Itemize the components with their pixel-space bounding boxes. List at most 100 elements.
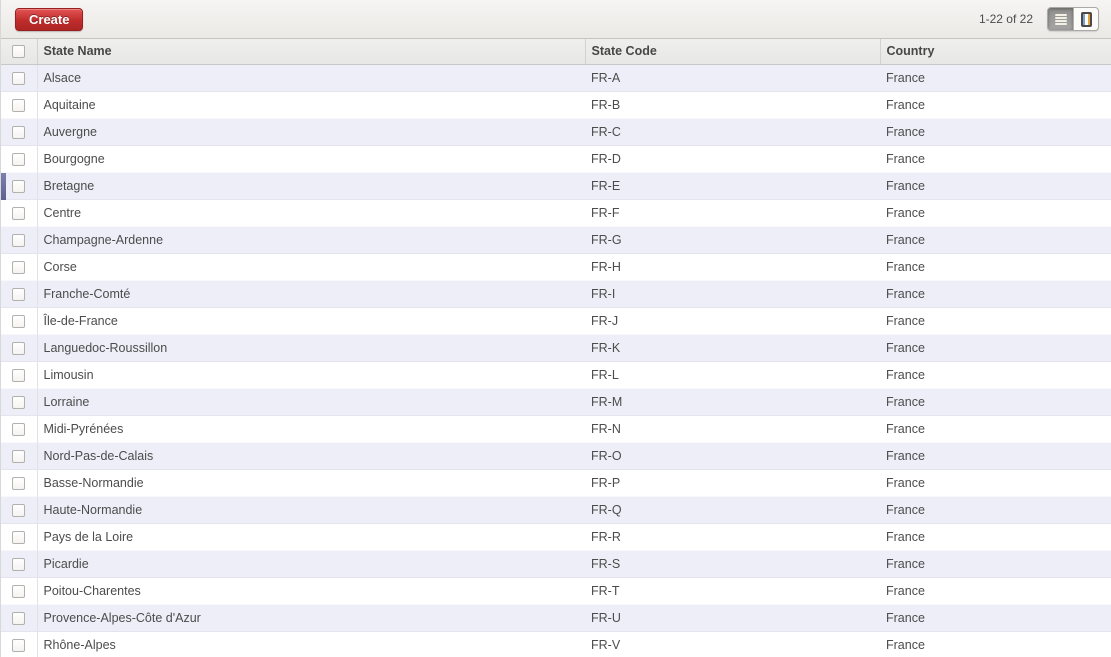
cell-state-code[interactable]: FR-C bbox=[585, 117, 880, 146]
cell-country[interactable]: France bbox=[880, 225, 1111, 254]
cell-country[interactable]: France bbox=[880, 549, 1111, 578]
cell-state-code[interactable]: FR-B bbox=[585, 91, 880, 118]
row-checkbox[interactable] bbox=[12, 341, 26, 355]
row-checkbox[interactable] bbox=[12, 125, 26, 139]
form-view-button[interactable] bbox=[1073, 8, 1098, 30]
row-checkbox[interactable] bbox=[12, 422, 26, 436]
table-row[interactable]: Bourgogne FR-D France bbox=[1, 145, 1111, 172]
cell-state-code[interactable]: FR-M bbox=[585, 387, 880, 416]
cell-state-name[interactable]: Provence-Alpes-Côte d'Azur bbox=[37, 603, 585, 632]
cell-country[interactable]: France bbox=[880, 145, 1111, 172]
cell-state-code[interactable]: FR-K bbox=[585, 333, 880, 362]
cell-country[interactable]: France bbox=[880, 495, 1111, 524]
cell-country[interactable]: France bbox=[880, 333, 1111, 362]
cell-country[interactable]: France bbox=[880, 631, 1111, 657]
cell-state-code[interactable]: FR-N bbox=[585, 415, 880, 442]
cell-country[interactable]: France bbox=[880, 307, 1111, 334]
cell-state-name[interactable]: Alsace bbox=[37, 63, 585, 92]
cell-state-code[interactable]: FR-R bbox=[585, 523, 880, 550]
cell-country[interactable]: France bbox=[880, 361, 1111, 388]
row-checkbox[interactable] bbox=[12, 503, 26, 517]
table-row[interactable]: Bretagne FR-E France bbox=[1, 171, 1111, 200]
cell-state-name[interactable]: Aquitaine bbox=[37, 91, 585, 118]
table-row[interactable]: Centre FR-F France bbox=[1, 199, 1111, 226]
table-row[interactable]: Poitou-Charentes FR-T France bbox=[1, 577, 1111, 604]
cell-state-code[interactable]: FR-F bbox=[585, 199, 880, 226]
table-row[interactable]: Alsace FR-A France bbox=[1, 63, 1111, 92]
cell-country[interactable]: France bbox=[880, 117, 1111, 146]
cell-state-code[interactable]: FR-Q bbox=[585, 495, 880, 524]
cell-country[interactable]: France bbox=[880, 415, 1111, 442]
row-checkbox[interactable] bbox=[12, 206, 26, 220]
table-row[interactable]: Franche-Comté FR-I France bbox=[1, 279, 1111, 308]
cell-state-code[interactable]: FR-G bbox=[585, 225, 880, 254]
cell-state-name[interactable]: Pays de la Loire bbox=[37, 523, 585, 550]
cell-country[interactable]: France bbox=[880, 577, 1111, 604]
cell-state-code[interactable]: FR-J bbox=[585, 307, 880, 334]
table-row[interactable]: Basse-Normandie FR-P France bbox=[1, 469, 1111, 496]
cell-state-code[interactable]: FR-P bbox=[585, 469, 880, 496]
table-row[interactable]: Rhône-Alpes FR-V France bbox=[1, 631, 1111, 657]
row-checkbox[interactable] bbox=[12, 584, 26, 598]
cell-state-name[interactable]: Corse bbox=[37, 253, 585, 280]
cell-country[interactable]: France bbox=[880, 91, 1111, 118]
cell-state-code[interactable]: FR-T bbox=[585, 577, 880, 604]
table-row[interactable]: Languedoc-Roussillon FR-K France bbox=[1, 333, 1111, 362]
cell-state-code[interactable]: FR-E bbox=[585, 171, 880, 200]
cell-state-name[interactable]: Limousin bbox=[37, 361, 585, 388]
cell-country[interactable]: France bbox=[880, 171, 1111, 200]
cell-country[interactable]: France bbox=[880, 253, 1111, 280]
row-checkbox[interactable] bbox=[12, 71, 26, 85]
row-checkbox[interactable] bbox=[12, 557, 26, 571]
cell-state-name[interactable]: Nord-Pas-de-Calais bbox=[37, 441, 585, 470]
cell-state-name[interactable]: Picardie bbox=[37, 549, 585, 578]
cell-state-name[interactable]: Languedoc-Roussillon bbox=[37, 333, 585, 362]
cell-country[interactable]: France bbox=[880, 603, 1111, 632]
cell-state-name[interactable]: Auvergne bbox=[37, 117, 585, 146]
cell-state-name[interactable]: Rhône-Alpes bbox=[37, 631, 585, 657]
row-checkbox[interactable] bbox=[12, 314, 26, 328]
cell-state-name[interactable]: Basse-Normandie bbox=[37, 469, 585, 496]
table-row[interactable]: Haute-Normandie FR-Q France bbox=[1, 495, 1111, 524]
cell-country[interactable]: France bbox=[880, 279, 1111, 308]
cell-state-code[interactable]: FR-D bbox=[585, 145, 880, 172]
select-all-checkbox[interactable] bbox=[12, 45, 26, 59]
cell-country[interactable]: France bbox=[880, 387, 1111, 416]
cell-state-name[interactable]: Lorraine bbox=[37, 387, 585, 416]
cell-state-code[interactable]: FR-V bbox=[585, 631, 880, 657]
row-checkbox[interactable] bbox=[12, 530, 26, 544]
column-header-state-code[interactable]: State Code bbox=[585, 39, 881, 65]
cell-state-code[interactable]: FR-H bbox=[585, 253, 880, 280]
list-view-button[interactable] bbox=[1048, 8, 1073, 30]
cell-state-code[interactable]: FR-A bbox=[585, 63, 880, 92]
table-row[interactable]: Midi-Pyrénées FR-N France bbox=[1, 415, 1111, 442]
row-checkbox[interactable] bbox=[12, 449, 26, 463]
cell-country[interactable]: France bbox=[880, 199, 1111, 226]
cell-country[interactable]: France bbox=[880, 441, 1111, 470]
table-row[interactable]: Nord-Pas-de-Calais FR-O France bbox=[1, 441, 1111, 470]
cell-state-name[interactable]: Poitou-Charentes bbox=[37, 577, 585, 604]
table-row[interactable]: Île-de-France FR-J France bbox=[1, 307, 1111, 334]
table-row[interactable]: Corse FR-H France bbox=[1, 253, 1111, 280]
row-checkbox[interactable] bbox=[12, 368, 26, 382]
row-checkbox[interactable] bbox=[12, 395, 26, 409]
table-row[interactable]: Pays de la Loire FR-R France bbox=[1, 523, 1111, 550]
cell-state-name[interactable]: Franche-Comté bbox=[37, 279, 585, 308]
column-header-country[interactable]: Country bbox=[880, 39, 1111, 65]
cell-state-name[interactable]: Champagne-Ardenne bbox=[37, 225, 585, 254]
cell-state-code[interactable]: FR-O bbox=[585, 441, 880, 470]
cell-state-name[interactable]: Haute-Normandie bbox=[37, 495, 585, 524]
table-row[interactable]: Provence-Alpes-Côte d'Azur FR-U France bbox=[1, 603, 1111, 632]
row-checkbox[interactable] bbox=[12, 611, 26, 625]
table-row[interactable]: Champagne-Ardenne FR-G France bbox=[1, 225, 1111, 254]
cell-country[interactable]: France bbox=[880, 469, 1111, 496]
table-row[interactable]: Picardie FR-S France bbox=[1, 549, 1111, 578]
row-checkbox[interactable] bbox=[12, 152, 26, 166]
cell-state-code[interactable]: FR-U bbox=[585, 603, 880, 632]
row-checkbox[interactable] bbox=[12, 476, 26, 490]
cell-state-name[interactable]: Bretagne bbox=[37, 171, 585, 200]
create-button[interactable]: Create bbox=[15, 7, 84, 31]
row-checkbox[interactable] bbox=[12, 233, 26, 247]
table-row[interactable]: Auvergne FR-C France bbox=[1, 117, 1111, 146]
cell-country[interactable]: France bbox=[880, 523, 1111, 550]
